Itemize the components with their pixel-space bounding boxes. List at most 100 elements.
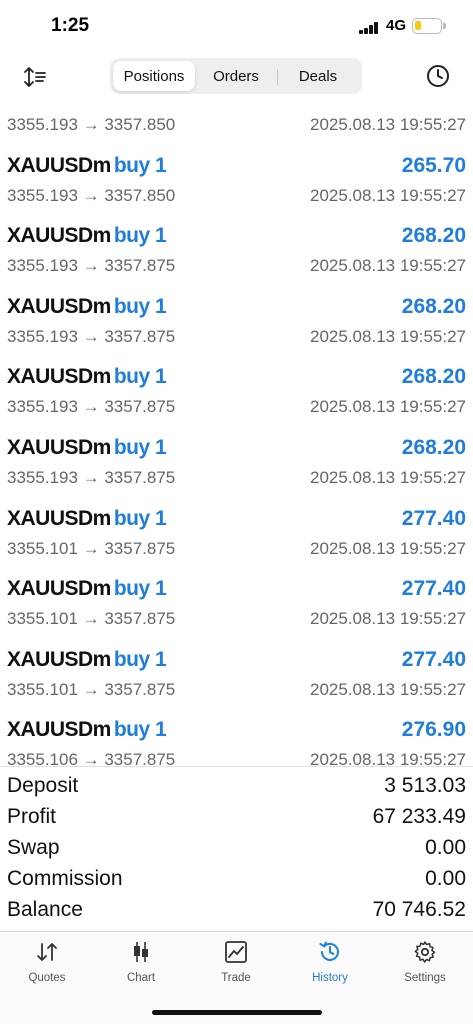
deal-title: XAUUSDm buy 1: [7, 224, 167, 248]
tab-history-label: History: [312, 972, 348, 984]
tab-history[interactable]: History: [283, 940, 377, 984]
tab-positions-label: Positions: [123, 67, 185, 85]
tab-positions[interactable]: Positions: [113, 61, 195, 91]
account-summary: Deposit 3 513.03 Profit 67 233.49 Swap 0…: [0, 772, 473, 927]
deal-row[interactable]: XAUUSDm buy 1 268.20 3355.193 → 3357.875 …: [0, 210, 473, 281]
cellular-signal-icon: [359, 22, 379, 34]
status-time: 1:25: [51, 15, 90, 36]
deal-profit: 265.70: [401, 153, 466, 177]
summary-row-deposit: Deposit 3 513.03: [0, 772, 473, 803]
deal-type: buy 1: [113, 153, 167, 177]
deal-prices: 3355.106 → 3357.875: [7, 750, 176, 766]
summary-value: 67 233.49: [372, 805, 466, 828]
deal-title: XAUUSDm buy 1: [7, 577, 167, 601]
candlestick-icon: [134, 942, 148, 962]
deal-profit: 268.20: [401, 294, 466, 318]
deal-title: XAUUSDm buy 1: [7, 435, 167, 460]
deal-row[interactable]: 3355.193 → 3357.850 2025.08.13 19:55:27: [0, 98, 473, 140]
deal-row[interactable]: XAUUSDm buy 1 265.70 3355.193 → 3357.850 …: [0, 140, 473, 211]
summary-value: 70 746.52: [372, 898, 466, 921]
tab-trade[interactable]: Trade: [189, 940, 283, 984]
deal-profit: 268.20: [401, 435, 466, 459]
deal-row[interactable]: XAUUSDm buy 1 276.90 3355.106 → 3357.875 …: [0, 704, 473, 766]
deal-profit: 277.40: [401, 506, 466, 530]
deal-row[interactable]: XAUUSDm buy 1 277.40 3355.101 → 3357.875 …: [0, 493, 473, 564]
summary-row-balance: Balance 70 746.52: [0, 896, 473, 927]
history-clock-icon: [319, 941, 339, 961]
deal-time: 2025.08.13 19:55:27: [310, 467, 466, 487]
deal-time: 2025.08.13 19:55:27: [310, 115, 466, 134]
tab-settings[interactable]: Settings: [378, 940, 472, 984]
deals-list[interactable]: 3355.193 → 3357.850 2025.08.13 19:55:27 …: [0, 98, 473, 766]
deal-symbol: XAUUSDm: [7, 365, 111, 389]
summary-divider: [0, 766, 473, 767]
deal-symbol: XAUUSDm: [7, 224, 111, 248]
summary-row-commission: Commission 0.00: [0, 865, 473, 896]
period-clock-icon[interactable]: [426, 64, 450, 88]
sort-icon[interactable]: [22, 64, 48, 90]
deal-title: XAUUSDm buy 1: [7, 153, 167, 178]
summary-value: 3 513.03: [384, 774, 466, 797]
deal-profit: 268.20: [401, 224, 466, 248]
battery-icon: [412, 18, 442, 34]
deal-type: buy 1: [113, 224, 167, 248]
tab-deals[interactable]: Deals: [277, 61, 359, 91]
deal-symbol: XAUUSDm: [7, 506, 111, 530]
deal-title: XAUUSDm buy 1: [7, 365, 167, 389]
segmented-control: Positions Orders Deals: [110, 58, 362, 94]
deal-time: 2025.08.13 19:55:27: [310, 185, 466, 205]
deal-time: 2025.08.13 19:55:27: [310, 256, 466, 276]
deal-prices: 3355.193 → 3357.850: [7, 185, 176, 205]
summary-value: 0.00: [425, 867, 466, 890]
deal-profit: 268.20: [401, 365, 466, 389]
deal-symbol: XAUUSDm: [7, 435, 111, 459]
deal-time: 2025.08.13 19:55:27: [310, 679, 466, 699]
deal-time: 2025.08.13 19:55:27: [310, 397, 466, 417]
deal-title: XAUUSDm buy 1: [7, 718, 167, 742]
summary-row-swap: Swap 0.00: [0, 834, 473, 865]
gear-icon: [414, 941, 436, 963]
summary-value: 0.00: [425, 836, 466, 859]
deal-prices: 3355.101 → 3357.875: [7, 609, 176, 629]
segment-divider: [277, 69, 278, 85]
deal-type: buy 1: [113, 577, 167, 601]
deal-profit: 276.90: [401, 718, 466, 742]
deal-row[interactable]: XAUUSDm buy 1 268.20 3355.193 → 3357.875 …: [0, 351, 473, 422]
tab-orders[interactable]: Orders: [195, 61, 277, 91]
quotes-arrows-icon: [37, 943, 57, 961]
deal-prices: 3355.193 → 3357.875: [7, 326, 176, 346]
deal-profit: 277.40: [401, 647, 466, 671]
network-type: 4G: [386, 17, 407, 34]
deal-row[interactable]: XAUUSDm buy 1 277.40 3355.101 → 3357.875 …: [0, 634, 473, 705]
deal-symbol: XAUUSDm: [7, 647, 111, 671]
deal-prices: 3355.101 → 3357.875: [7, 679, 176, 699]
deal-symbol: XAUUSDm: [7, 718, 111, 742]
tab-quotes-label: Quotes: [28, 972, 66, 984]
summary-label: Swap: [7, 836, 60, 859]
deal-symbol: XAUUSDm: [7, 577, 111, 601]
deal-time: 2025.08.13 19:55:27: [310, 538, 466, 558]
deal-type: buy 1: [113, 506, 167, 530]
tab-quotes[interactable]: Quotes: [0, 940, 94, 984]
summary-row-profit: Profit 67 233.49: [0, 803, 473, 834]
deal-type: buy 1: [113, 718, 167, 742]
top-toolbar: Positions Orders Deals: [0, 56, 473, 98]
deal-row[interactable]: XAUUSDm buy 1 268.20 3355.193 → 3357.875 …: [0, 422, 473, 493]
deal-profit: 277.40: [401, 577, 466, 601]
tab-chart-label: Chart: [126, 972, 156, 984]
summary-label: Profit: [7, 805, 57, 828]
summary-label: Balance: [7, 898, 83, 921]
tab-chart[interactable]: Chart: [94, 940, 188, 984]
deal-title: XAUUSDm buy 1: [7, 294, 167, 319]
home-indicator: [152, 1010, 322, 1015]
deal-type: buy 1: [113, 647, 167, 671]
deal-title: XAUUSDm buy 1: [7, 506, 167, 531]
battery-cap: [443, 23, 446, 29]
deal-row[interactable]: XAUUSDm buy 1 268.20 3355.193 → 3357.875 …: [0, 281, 473, 352]
deal-time: 2025.08.13 19:55:27: [310, 750, 466, 766]
summary-label: Deposit: [7, 774, 79, 797]
deal-symbol: XAUUSDm: [7, 294, 111, 318]
deal-prices: 3355.193 → 3357.875: [7, 256, 176, 276]
deal-prices: 3355.101 → 3357.875: [7, 538, 176, 558]
deal-row[interactable]: XAUUSDm buy 1 277.40 3355.101 → 3357.875 …: [0, 563, 473, 634]
